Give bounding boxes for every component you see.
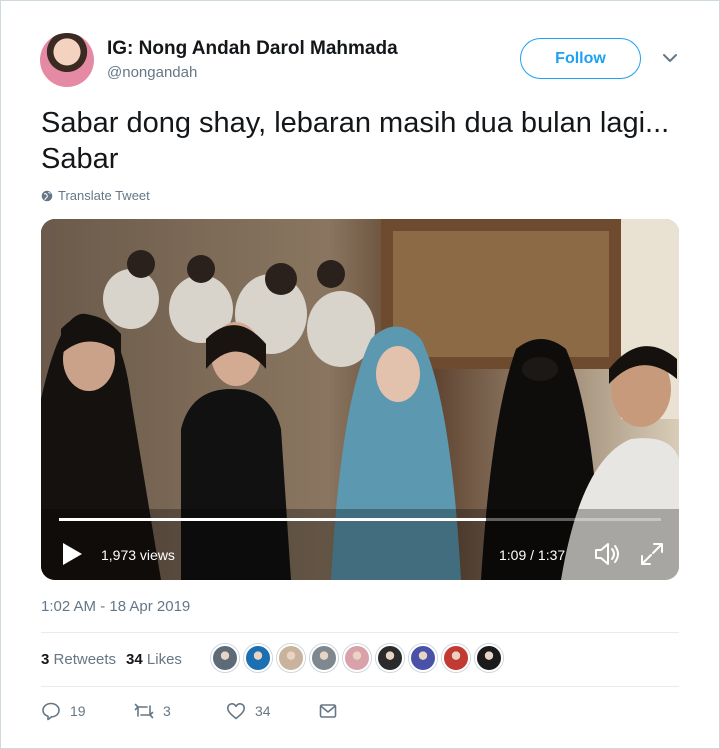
envelope-icon bbox=[319, 704, 337, 718]
liker-avatar[interactable] bbox=[277, 644, 305, 672]
play-icon[interactable] bbox=[61, 542, 83, 566]
retweets-label: Retweets bbox=[53, 651, 117, 668]
liker-avatar[interactable] bbox=[409, 644, 437, 672]
heart-icon bbox=[227, 703, 245, 720]
like-button[interactable]: 34 bbox=[226, 701, 318, 721]
author-display-name[interactable]: IG: Nong Andah Darol Mahmada bbox=[107, 38, 398, 60]
follow-button[interactable]: Follow bbox=[520, 38, 641, 79]
fullscreen-icon[interactable] bbox=[639, 541, 665, 567]
like-count: 34 bbox=[255, 703, 271, 719]
globe-icon bbox=[41, 190, 53, 201]
liker-avatars bbox=[211, 644, 503, 672]
tweet-card: IG: Nong Andah Darol Mahmada @nongandah … bbox=[0, 0, 720, 749]
retweet-count: 3 bbox=[163, 703, 171, 719]
tweet-timestamp[interactable]: 1:02 AM - 18 Apr 2019 bbox=[41, 598, 190, 615]
likes-count: 34 bbox=[126, 651, 143, 668]
author-avatar[interactable] bbox=[40, 33, 94, 87]
liker-avatar[interactable] bbox=[343, 644, 371, 672]
divider bbox=[41, 632, 679, 633]
translate-tweet-link[interactable]: Translate Tweet bbox=[41, 188, 150, 203]
engagement-stats: 3 Retweets 34 Likes bbox=[41, 651, 182, 668]
divider bbox=[41, 686, 679, 687]
retweet-icon bbox=[134, 703, 154, 719]
tweet-text: Sabar dong shay, lebaran masih dua bulan… bbox=[41, 107, 670, 175]
video-progress-fill bbox=[59, 518, 487, 521]
video-frame bbox=[41, 219, 679, 580]
retweets-stat[interactable]: 3 Retweets bbox=[41, 651, 116, 668]
liker-avatar[interactable] bbox=[442, 644, 470, 672]
likes-stat[interactable]: 34 Likes bbox=[126, 651, 182, 668]
liker-avatar[interactable] bbox=[244, 644, 272, 672]
chevron-down-icon[interactable] bbox=[661, 51, 679, 65]
reply-count: 19 bbox=[70, 703, 86, 719]
liker-avatar[interactable] bbox=[475, 644, 503, 672]
video-progress-bar[interactable] bbox=[59, 518, 661, 521]
reply-button[interactable]: 19 bbox=[41, 701, 134, 721]
direct-message-button[interactable] bbox=[318, 701, 338, 721]
volume-icon[interactable] bbox=[593, 541, 623, 567]
reply-icon bbox=[42, 702, 60, 721]
liker-avatar[interactable] bbox=[211, 644, 239, 672]
likes-label: Likes bbox=[146, 651, 182, 668]
translate-label: Translate Tweet bbox=[58, 188, 150, 203]
retweet-button[interactable]: 3 bbox=[134, 701, 226, 721]
liker-avatar[interactable] bbox=[376, 644, 404, 672]
author-handle[interactable]: @nongandah bbox=[107, 64, 197, 81]
video-time: 1:09 / 1:37 bbox=[499, 547, 566, 563]
liker-avatar[interactable] bbox=[310, 644, 338, 672]
retweets-count: 3 bbox=[41, 651, 50, 668]
video-view-count: 1,973 views bbox=[101, 547, 175, 563]
tweet-actions: 19 3 34 bbox=[41, 701, 338, 721]
video-player[interactable]: 1,973 views 1:09 / 1:37 bbox=[41, 219, 679, 580]
